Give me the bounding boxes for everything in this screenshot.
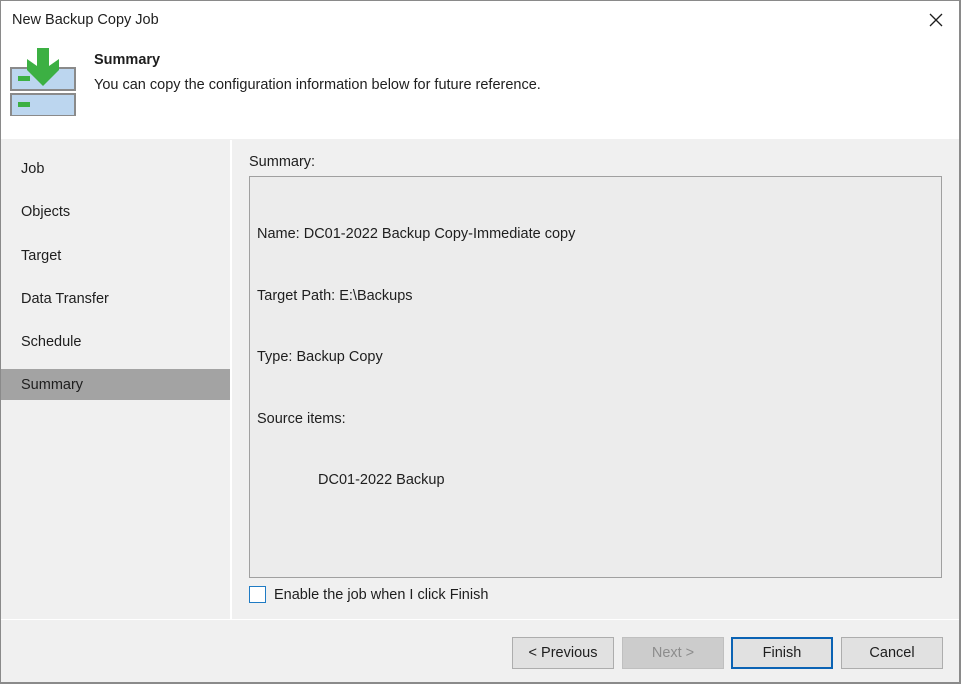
wizard-window: New Backup Copy Job Summary You can copy… bbox=[0, 0, 961, 684]
nav-item-summary[interactable]: Summary bbox=[1, 369, 230, 400]
close-button[interactable] bbox=[913, 1, 959, 39]
nav-item-label: Schedule bbox=[21, 333, 82, 350]
nav-item-label: Summary bbox=[21, 376, 84, 393]
summary-line-type: Type: Backup Copy bbox=[257, 349, 383, 365]
title-bar: New Backup Copy Job bbox=[1, 1, 959, 41]
summary-panel: Summary: Name: DC01-2022 Backup Copy-Imm… bbox=[232, 140, 959, 619]
close-icon bbox=[929, 13, 943, 27]
nav-item-label: Objects bbox=[21, 203, 71, 220]
cancel-button[interactable]: Cancel bbox=[841, 637, 943, 669]
enable-job-checkbox[interactable] bbox=[249, 586, 266, 603]
enable-job-checkbox-label: Enable the job when I click Finish bbox=[274, 586, 489, 603]
summary-line-name: Name: DC01-2022 Backup Copy-Immediate co… bbox=[257, 226, 576, 242]
next-button[interactable]: Next > bbox=[622, 637, 724, 669]
header-description: You can copy the configuration informati… bbox=[94, 77, 541, 93]
header-title: Summary bbox=[94, 52, 161, 68]
nav-item-label: Data Transfer bbox=[21, 290, 109, 307]
enable-job-checkbox-row[interactable]: Enable the job when I click Finish bbox=[249, 586, 488, 603]
previous-button[interactable]: < Previous bbox=[512, 637, 614, 669]
nav-item-label: Target bbox=[21, 247, 62, 264]
nav-item-target[interactable]: Target bbox=[1, 240, 230, 271]
summary-line-source-item: DC01-2022 Backup bbox=[318, 472, 445, 488]
wizard-footer: < Previous Next > Finish Cancel bbox=[1, 620, 959, 682]
summary-line-target-path: Target Path: E:\Backups bbox=[257, 287, 413, 304]
nav-item-schedule[interactable]: Schedule bbox=[1, 326, 230, 357]
wizard-steps-nav: Job Objects Target Data Transfer Schedul… bbox=[1, 140, 230, 619]
window-title: New Backup Copy Job bbox=[12, 12, 159, 28]
finish-button[interactable]: Finish bbox=[731, 637, 833, 669]
nav-item-label: Job bbox=[21, 160, 45, 177]
summary-textbox[interactable]: Name: DC01-2022 Backup Copy-Immediate co… bbox=[249, 176, 942, 578]
wizard-header: Summary You can copy the configuration i… bbox=[1, 41, 959, 139]
summary-label: Summary: bbox=[249, 154, 316, 170]
backup-copy-download-icon bbox=[10, 48, 76, 116]
nav-item-objects[interactable]: Objects bbox=[1, 196, 230, 227]
summary-line-source-items: Source items: bbox=[257, 410, 346, 427]
nav-item-job[interactable]: Job bbox=[1, 153, 230, 184]
nav-item-data-transfer[interactable]: Data Transfer bbox=[1, 283, 230, 314]
